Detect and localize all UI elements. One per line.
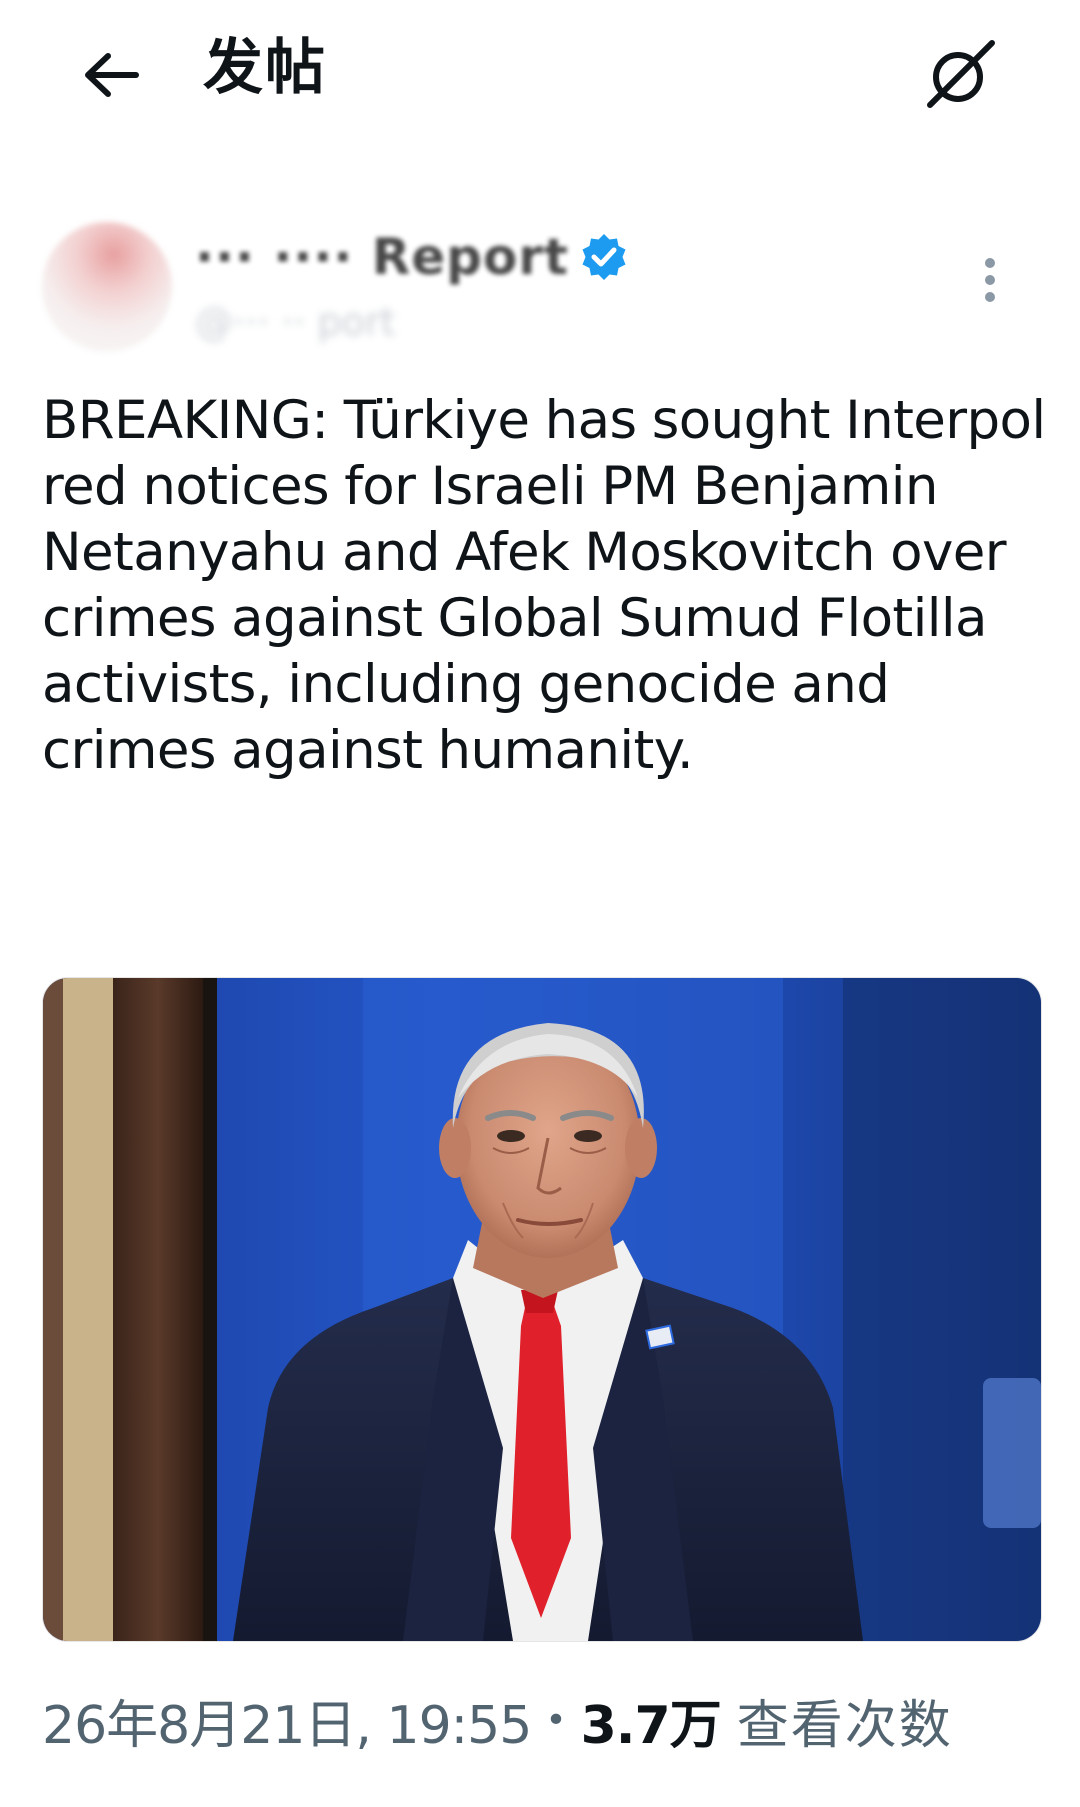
avatar[interactable]	[42, 222, 172, 352]
page-title: 发帖	[203, 33, 327, 103]
verified-badge-icon	[582, 234, 626, 280]
top-navigation-bar: 发帖	[0, 0, 1080, 150]
tweet-meta-row: 26年8月21日, 19:55 • 3.7万 查看次数	[42, 1680, 953, 1760]
more-vertical-icon	[985, 258, 995, 302]
photo-netanyahu-illustration	[43, 978, 1041, 1641]
tweet-author-row: ··· ···· Report @··· ·· port	[0, 210, 1080, 360]
meta-separator: •	[545, 1699, 567, 1741]
tweet-timestamp[interactable]: 26年8月21日, 19:55	[42, 1683, 532, 1758]
more-options-button[interactable]	[970, 250, 1010, 310]
grok-button[interactable]	[910, 25, 1010, 125]
tweet-text: BREAKING: Türkiye has sought Interpol re…	[42, 390, 1046, 781]
tweet-photo[interactable]	[42, 977, 1042, 1642]
author-handle[interactable]: @··· ·· port	[195, 300, 395, 344]
view-count: 3.7万	[580, 1695, 722, 1756]
back-button[interactable]	[70, 35, 150, 115]
author-display-name[interactable]: ··· ···· Report	[195, 228, 569, 286]
grok-icon	[927, 40, 995, 108]
views-label[interactable]: 查看次数	[737, 1683, 953, 1758]
arrow-left-icon	[85, 53, 139, 97]
author-name-row[interactable]: ··· ···· Report	[195, 222, 629, 292]
